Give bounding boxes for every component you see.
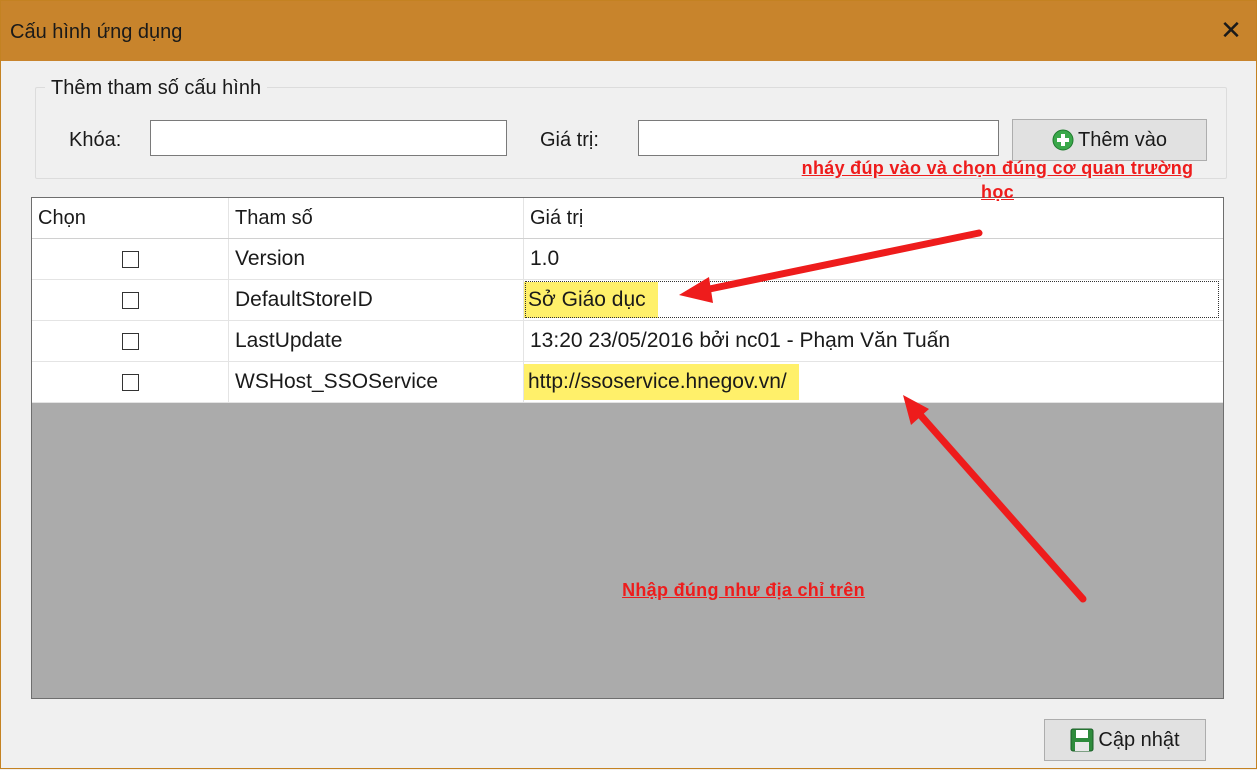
param-cell[interactable]: Version — [228, 239, 523, 279]
header-param[interactable]: Tham số — [228, 198, 523, 238]
title-bar[interactable]: Cấu hình ứng dụng ✕ — [1, 1, 1256, 61]
add-config-legend: Thêm tham số cấu hình — [45, 77, 268, 100]
header-value[interactable]: Giá trị — [523, 198, 1223, 238]
table-row[interactable]: Version 1.0 — [32, 239, 1223, 280]
update-button[interactable]: Cập nhật — [1044, 719, 1206, 761]
value-cell[interactable]: Sở Giáo dục — [523, 280, 1223, 320]
row-checkbox[interactable] — [122, 373, 139, 391]
param-cell[interactable]: LastUpdate — [228, 321, 523, 361]
value-cell[interactable]: 1.0 — [523, 239, 1223, 279]
close-icon[interactable]: ✕ — [1214, 13, 1248, 47]
add-button[interactable]: Thêm vào — [1012, 119, 1207, 161]
app-config-window: Cấu hình ứng dụng ✕ Thêm tham số cấu hìn… — [0, 0, 1257, 769]
row-checkbox[interactable] — [122, 332, 139, 350]
select-cell — [32, 239, 228, 279]
grid-header: Chọn Tham số Giá trị — [32, 198, 1223, 239]
highlighted-value: Sở Giáo dục — [524, 282, 658, 318]
header-select[interactable]: Chọn — [32, 198, 228, 238]
save-disk-icon — [1070, 728, 1094, 752]
config-grid: Chọn Tham số Giá trị Version 1.0 Default… — [31, 197, 1224, 699]
annotation-note-storeid: nháy đúp vào và chọn đúng cơ quan trường… — [801, 158, 1194, 202]
param-cell[interactable]: WSHost_SSOService — [228, 362, 523, 402]
annotation-note-url: Nhập đúng như địa chỉ trên — [622, 580, 865, 600]
value-cell[interactable]: 13:20 23/05/2016 bởi nc01 - Phạm Văn Tuấ… — [523, 321, 1223, 361]
table-row[interactable]: WSHost_SSOService http://ssoservice.hneg… — [32, 362, 1223, 403]
select-cell — [32, 280, 228, 320]
highlighted-value: http://ssoservice.hnegov.vn/ — [524, 364, 799, 400]
table-row[interactable]: LastUpdate 13:20 23/05/2016 bởi nc01 - P… — [32, 321, 1223, 362]
value-cell[interactable]: http://ssoservice.hnegov.vn/ — [523, 362, 1223, 402]
update-button-label: Cập nhật — [1098, 728, 1180, 751]
window-title: Cấu hình ứng dụng — [10, 21, 183, 43]
value-input[interactable] — [638, 120, 999, 156]
key-label: Khóa: — [69, 129, 122, 151]
row-checkbox[interactable] — [122, 291, 139, 309]
key-input[interactable] — [150, 120, 507, 156]
table-row[interactable]: DefaultStoreID Sở Giáo dục — [32, 280, 1223, 321]
param-cell[interactable]: DefaultStoreID — [228, 280, 523, 320]
select-cell — [32, 321, 228, 361]
green-plus-circle-icon — [1052, 129, 1074, 151]
row-checkbox[interactable] — [122, 250, 139, 268]
select-cell — [32, 362, 228, 402]
add-button-label: Thêm vào — [1078, 128, 1167, 151]
value-label: Giá trị: — [540, 129, 599, 151]
